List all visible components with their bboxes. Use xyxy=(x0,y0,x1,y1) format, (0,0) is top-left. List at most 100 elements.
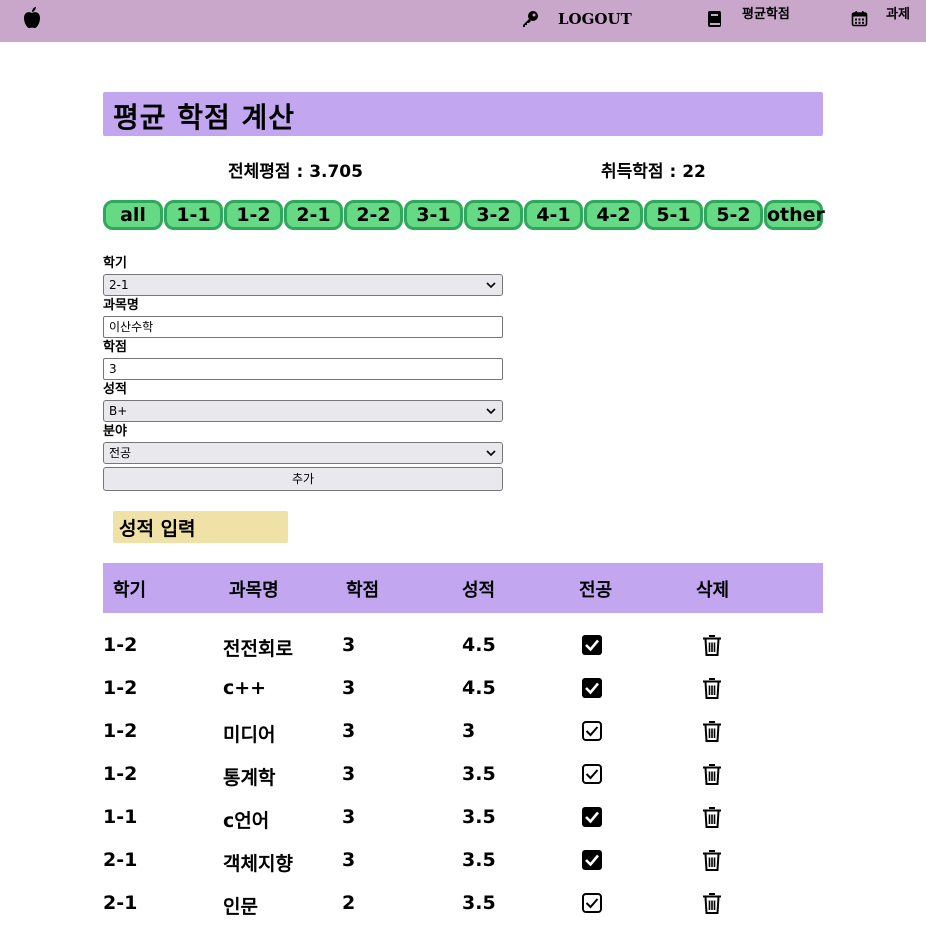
calendar-icon[interactable] xyxy=(851,10,868,27)
section-title: 성적 입력 xyxy=(119,518,196,540)
table-row: 1-2 c++ 3 4.5 xyxy=(103,667,823,710)
table-row: 2-1 인문 2 3.5 xyxy=(103,882,823,925)
filter-4-2[interactable]: 4-2 xyxy=(584,200,643,230)
header-major: 전공 xyxy=(579,580,613,601)
row-semester: 2-1 xyxy=(103,849,138,871)
row-credit: 3 xyxy=(342,849,356,871)
row-credit: 2 xyxy=(342,892,356,914)
top-nav: LOGOUT 평균학점 과제 xyxy=(0,0,926,42)
row-subject: c언어 xyxy=(223,810,270,832)
subject-input-value: 이산수학 xyxy=(109,320,154,334)
filter-2-2[interactable]: 2-2 xyxy=(344,200,403,230)
credit-input-value: 3 xyxy=(109,362,117,376)
grade-select-value: B+ xyxy=(109,404,128,418)
row-semester: 2-1 xyxy=(103,892,138,914)
semester-select[interactable]: 2-1 xyxy=(103,274,503,296)
row-grade: 3.5 xyxy=(462,806,496,828)
trash-icon[interactable] xyxy=(701,848,723,872)
filter-2-1[interactable]: 2-1 xyxy=(284,200,343,230)
filter-1-2[interactable]: 1-2 xyxy=(224,200,283,230)
trash-icon[interactable] xyxy=(701,633,723,657)
row-grade: 3.5 xyxy=(462,763,496,785)
row-grade: 4.5 xyxy=(462,677,496,699)
row-subject: c++ xyxy=(223,677,267,699)
table-row: 1-2 미디어 3 3 xyxy=(103,710,823,753)
row-subject: 인문 xyxy=(223,896,258,918)
checkbox-checked-icon[interactable] xyxy=(581,849,603,871)
checkbox-unchecked-icon[interactable] xyxy=(581,763,603,785)
trash-icon[interactable] xyxy=(701,676,723,700)
trash-icon[interactable] xyxy=(701,719,723,743)
trash-icon[interactable] xyxy=(701,805,723,829)
nav-average-link[interactable]: 평균학점 xyxy=(742,3,790,22)
grade-select[interactable]: B+ xyxy=(103,400,503,422)
filter-1-1[interactable]: 1-1 xyxy=(164,200,223,230)
row-semester: 1-2 xyxy=(103,720,138,742)
apple-icon[interactable] xyxy=(21,6,43,30)
credit-label: 학점 xyxy=(103,340,127,355)
total-credits: 취득학점 : 22 xyxy=(601,162,706,182)
nav-task-link[interactable]: 과제 xyxy=(886,3,910,22)
subject-input[interactable]: 이산수학 xyxy=(103,316,503,338)
filter-5-1[interactable]: 5-1 xyxy=(644,200,703,230)
filter-other[interactable]: other xyxy=(764,200,825,230)
chevron-down-icon xyxy=(486,408,496,415)
row-credit: 3 xyxy=(342,720,356,742)
filter-3-2[interactable]: 3-2 xyxy=(464,200,523,230)
table-row: 1-2 전전회로 3 4.5 xyxy=(103,624,823,667)
filter-3-1[interactable]: 3-1 xyxy=(404,200,463,230)
checkbox-checked-icon[interactable] xyxy=(581,677,603,699)
row-semester: 1-2 xyxy=(103,634,138,656)
table-row: 2-1 객체지향 3 3.5 xyxy=(103,839,823,882)
semester-select-value: 2-1 xyxy=(109,278,129,292)
header-credit: 학점 xyxy=(346,580,380,601)
trash-icon[interactable] xyxy=(701,762,723,786)
logout-link[interactable]: LOGOUT xyxy=(558,10,632,28)
row-grade: 3.5 xyxy=(462,892,496,914)
trash-icon[interactable] xyxy=(701,891,723,915)
header-subject: 과목명 xyxy=(229,580,279,601)
filter-5-2[interactable]: 5-2 xyxy=(704,200,763,230)
key-icon[interactable] xyxy=(520,9,540,29)
header-delete: 삭제 xyxy=(696,580,730,601)
semester-label: 학기 xyxy=(103,256,127,271)
row-credit: 3 xyxy=(342,677,356,699)
row-credit: 3 xyxy=(342,763,356,785)
row-grade: 4.5 xyxy=(462,634,496,656)
row-credit: 3 xyxy=(342,634,356,656)
header-grade: 성적 xyxy=(462,580,496,601)
field-select-value: 전공 xyxy=(109,446,132,460)
row-subject: 객체지향 xyxy=(223,853,293,875)
chevron-down-icon xyxy=(486,282,496,289)
add-button[interactable]: 추가 xyxy=(103,467,503,491)
credit-input[interactable]: 3 xyxy=(103,358,503,380)
table-row: 1-2 통계학 3 3.5 xyxy=(103,753,823,796)
book-icon[interactable] xyxy=(707,10,723,28)
header-semester: 학기 xyxy=(113,580,147,601)
table-row: 1-1 c언어 3 3.5 xyxy=(103,796,823,839)
row-subject: 미디어 xyxy=(223,724,276,746)
section-title-box: 성적 입력 xyxy=(113,511,288,543)
checkbox-unchecked-icon[interactable] xyxy=(581,892,603,914)
row-credit: 3 xyxy=(342,806,356,828)
row-subject: 전전회로 xyxy=(223,638,293,660)
filter-4-1[interactable]: 4-1 xyxy=(524,200,583,230)
checkbox-checked-icon[interactable] xyxy=(581,806,603,828)
semester-filter-bar: all 1-1 1-2 2-1 2-2 3-1 3-2 4-1 4-2 5-1 … xyxy=(103,200,825,230)
row-grade: 3 xyxy=(462,720,476,742)
total-gpa: 전체평점 : 3.705 xyxy=(228,162,363,182)
checkbox-unchecked-icon[interactable] xyxy=(581,720,603,742)
row-subject: 통계학 xyxy=(223,767,276,789)
field-label: 분야 xyxy=(103,424,127,439)
page-title: 평균 학점 계산 xyxy=(113,101,296,134)
filter-all[interactable]: all xyxy=(103,200,163,230)
grade-form: 학기 2-1 과목명 이산수학 학점 3 성적 B+ 분야 전공 추가 xyxy=(103,254,503,491)
page-title-box: 평균 학점 계산 xyxy=(103,92,823,136)
chevron-down-icon xyxy=(486,450,496,457)
row-grade: 3.5 xyxy=(462,849,496,871)
row-semester: 1-2 xyxy=(103,677,138,699)
checkbox-checked-icon[interactable] xyxy=(581,634,603,656)
row-semester: 1-1 xyxy=(103,806,138,828)
field-select[interactable]: 전공 xyxy=(103,442,503,464)
table-header: 학기 과목명 학점 성적 전공 삭제 xyxy=(103,563,823,613)
